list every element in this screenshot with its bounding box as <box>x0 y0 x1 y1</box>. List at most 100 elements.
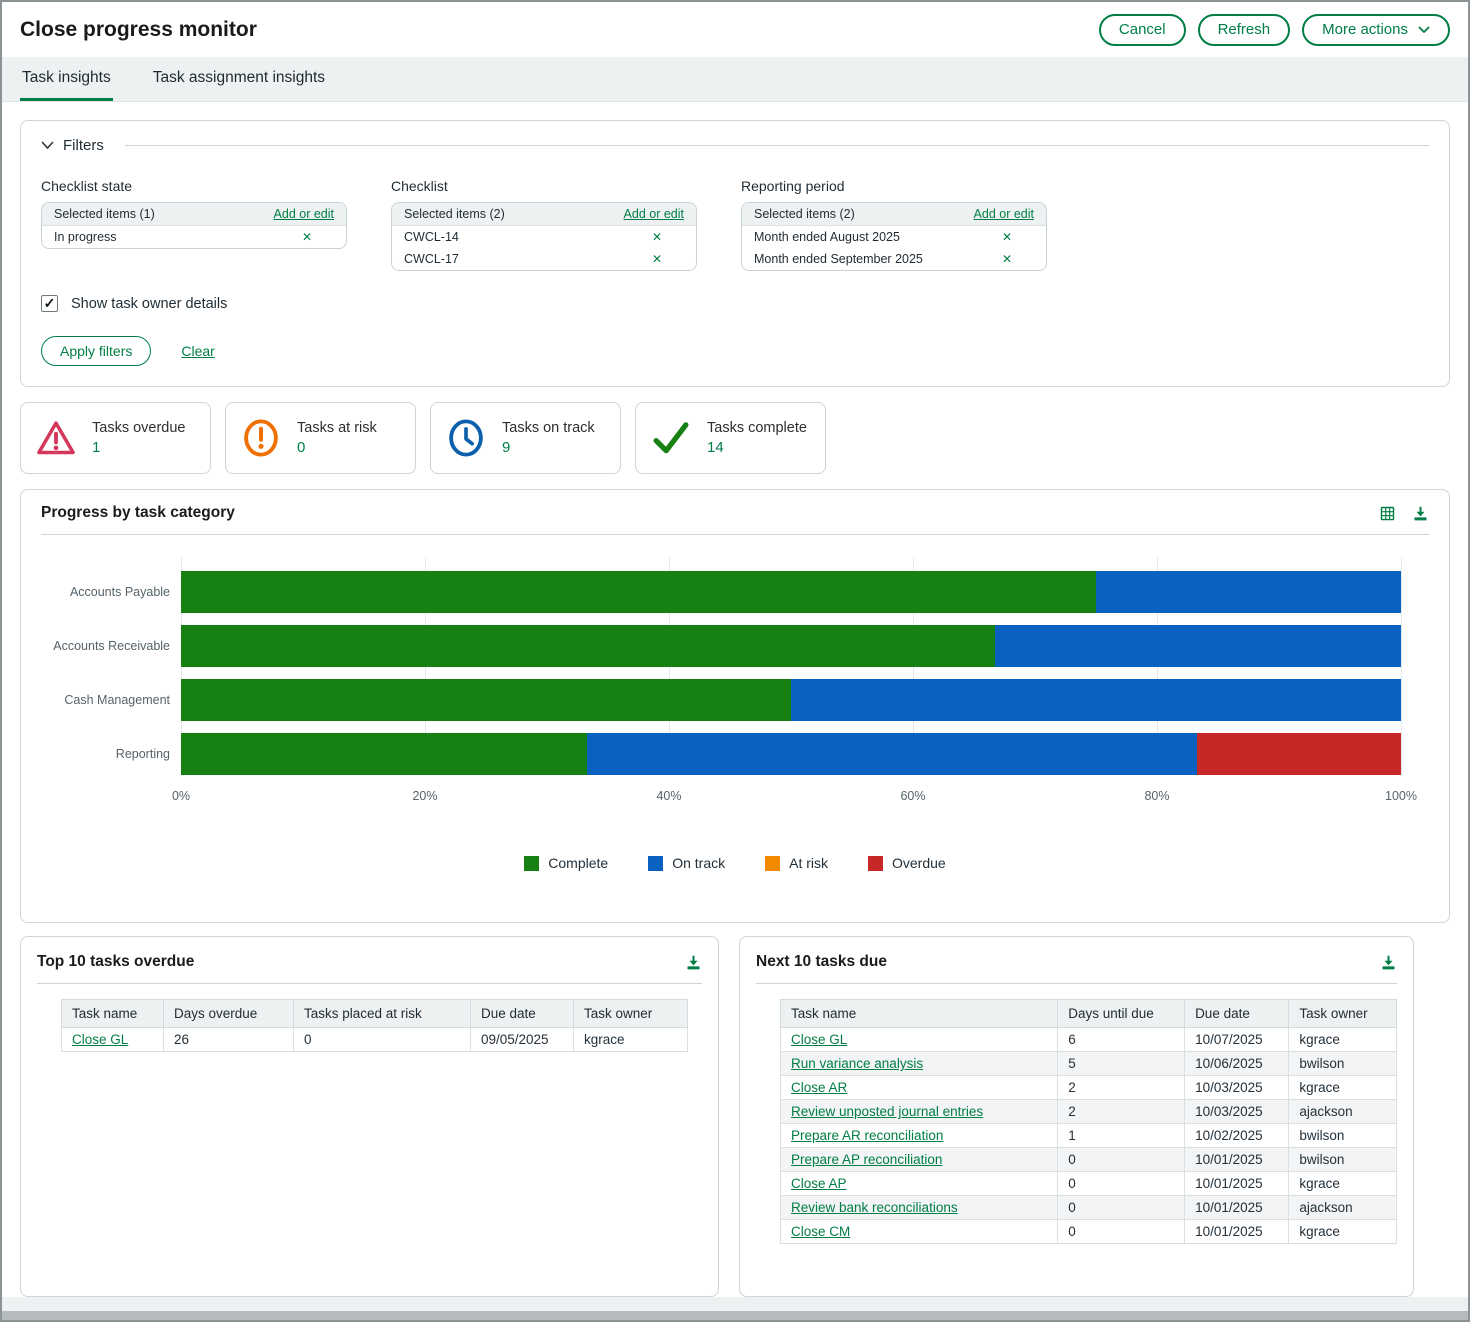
table-cell: ajackson <box>1289 1196 1397 1220</box>
table-cell: Close GL <box>781 1028 1058 1052</box>
table-cell: 10/03/2025 <box>1185 1100 1289 1124</box>
stat-value: 9 <box>502 439 595 456</box>
alert-circle-icon <box>240 417 282 459</box>
collapse-chevron-icon <box>41 141 54 150</box>
more-actions-button[interactable]: More actions <box>1302 14 1450 46</box>
table-row: Close GL26009/05/2025kgrace <box>62 1028 688 1052</box>
task-link[interactable]: Close AP <box>791 1176 847 1191</box>
filter-actions: Apply filters Clear <box>41 336 1429 366</box>
legend-label: Complete <box>548 855 608 871</box>
bottom-tables-row: Top 10 tasks overdue Task nameDays overd… <box>20 936 1450 1297</box>
bar-track <box>181 679 1401 721</box>
task-link[interactable]: Close CM <box>791 1224 850 1239</box>
table-cell: Prepare AR reconciliation <box>781 1124 1058 1148</box>
table-cell: 10/07/2025 <box>1185 1028 1289 1052</box>
filters-panel: Filters Checklist state Selected items (… <box>20 120 1450 387</box>
table-cell: bwilson <box>1289 1124 1397 1148</box>
task-link[interactable]: Run variance analysis <box>791 1056 923 1071</box>
filter-group-reporting-period: Reporting period Selected items (2) Add … <box>741 178 1047 271</box>
column-header: Days overdue <box>164 1000 294 1028</box>
table-cell: Close GL <box>62 1028 164 1052</box>
cancel-button[interactable]: Cancel <box>1099 14 1186 46</box>
table-row: Close GL 610/07/2025kgrace <box>781 1028 1397 1052</box>
table-cell: 09/05/2025 <box>471 1028 574 1052</box>
remove-filter-item-icon[interactable]: ✕ <box>652 252 662 266</box>
remove-filter-item-icon[interactable]: ✕ <box>1002 252 1012 266</box>
show-task-owner-label: Show task owner details <box>71 296 227 312</box>
table-cell: 6 <box>1058 1028 1185 1052</box>
stat-label: Tasks overdue <box>92 420 186 436</box>
task-link[interactable]: Close GL <box>72 1032 128 1047</box>
filter-group-label: Checklist <box>391 178 697 194</box>
table-header-row: Task nameDays overdueTasks placed at ris… <box>62 1000 688 1028</box>
task-link[interactable]: Prepare AR reconciliation <box>791 1128 943 1143</box>
overdue-panel-header: Top 10 tasks overdue <box>37 953 702 984</box>
download-icon[interactable] <box>1380 954 1397 971</box>
table-cell: kgrace <box>1289 1028 1397 1052</box>
table-cell: 10/06/2025 <box>1185 1052 1289 1076</box>
remove-filter-item-icon[interactable]: ✕ <box>652 230 662 244</box>
clear-filters-link[interactable]: Clear <box>181 343 214 359</box>
selected-items-box: Selected items (1) Add or edit In progre… <box>41 202 347 249</box>
apply-filters-label: Apply filters <box>60 343 132 359</box>
table-row: Run variance analysis510/06/2025bwilson <box>781 1052 1397 1076</box>
selected-items-count: Selected items (1) <box>54 207 155 221</box>
remove-filter-item-icon[interactable]: ✕ <box>1002 230 1012 244</box>
add-or-edit-link[interactable]: Add or edit <box>274 207 334 221</box>
add-or-edit-link[interactable]: Add or edit <box>974 207 1034 221</box>
task-link[interactable]: Review unposted journal entries <box>791 1104 983 1119</box>
filter-item: In progress ✕ <box>42 226 346 248</box>
task-link[interactable]: Close GL <box>791 1032 847 1047</box>
table-cell: 10/01/2025 <box>1185 1148 1289 1172</box>
download-icon[interactable] <box>1412 505 1429 522</box>
axis-tick-label: 100% <box>1385 789 1417 803</box>
filter-groups: Checklist state Selected items (1) Add o… <box>41 178 1429 271</box>
selected-items-box: Selected items (2) Add or edit Month end… <box>741 202 1047 271</box>
table-cell: 10/01/2025 <box>1185 1220 1289 1244</box>
clock-icon <box>445 417 487 459</box>
top-overdue-panel: Top 10 tasks overdue Task nameDays overd… <box>20 936 719 1297</box>
stat-value: 0 <box>297 439 377 456</box>
table-cell: Prepare AP reconciliation <box>781 1148 1058 1172</box>
selected-items-header: Selected items (1) Add or edit <box>42 203 346 226</box>
top-overdue-table: Task nameDays overdueTasks placed at ris… <box>61 999 688 1052</box>
refresh-button-label: Refresh <box>1218 21 1271 38</box>
tab-task-assignment-insights[interactable]: Task assignment insights <box>151 57 327 101</box>
column-header: Due date <box>1185 1000 1289 1028</box>
selected-items-box: Selected items (2) Add or edit CWCL-14 ✕… <box>391 202 697 271</box>
show-task-owner-checkbox[interactable]: ✓ <box>41 295 58 312</box>
legend-item: At risk <box>765 855 828 871</box>
table-view-icon[interactable] <box>1379 505 1396 522</box>
check-icon <box>650 417 692 459</box>
filter-group-label: Reporting period <box>741 178 1047 194</box>
filter-item-label: CWCL-14 <box>404 230 459 244</box>
legend-item: Overdue <box>868 855 946 871</box>
table-cell: 10/01/2025 <box>1185 1172 1289 1196</box>
summary-cards-row: Tasks overdue 1 Tasks at risk 0 Tasks on… <box>20 402 1450 474</box>
overdue-table-title: Top 10 tasks overdue <box>37 953 194 971</box>
legend-swatch <box>868 856 883 871</box>
table-cell: Close AR <box>781 1076 1058 1100</box>
selected-items-count: Selected items (2) <box>754 207 855 221</box>
add-or-edit-link[interactable]: Add or edit <box>624 207 684 221</box>
refresh-button[interactable]: Refresh <box>1198 14 1291 46</box>
remove-filter-item-icon[interactable]: ✕ <box>302 230 312 244</box>
tab-task-insights[interactable]: Task insights <box>20 57 113 101</box>
bar-segment-complete <box>181 625 995 667</box>
chart-plot: Accounts PayableAccounts ReceivableCash … <box>41 557 1429 775</box>
table-cell: kgrace <box>574 1028 688 1052</box>
download-icon[interactable] <box>685 954 702 971</box>
selected-items-header: Selected items (2) Add or edit <box>742 203 1046 226</box>
header-actions: Cancel Refresh More actions <box>1099 14 1450 46</box>
filters-header[interactable]: Filters <box>41 137 1429 154</box>
app-header: Close progress monitor Cancel Refresh Mo… <box>2 2 1468 57</box>
task-link[interactable]: Review bank reconciliations <box>791 1200 958 1215</box>
tab-label: Task assignment insights <box>153 69 325 87</box>
table-header-row: Task nameDays until dueDue dateTask owne… <box>781 1000 1397 1028</box>
task-link[interactable]: Prepare AP reconciliation <box>791 1152 942 1167</box>
apply-filters-button[interactable]: Apply filters <box>41 336 151 366</box>
filter-item-label: CWCL-17 <box>404 252 459 266</box>
legend-swatch <box>648 856 663 871</box>
task-link[interactable]: Close AR <box>791 1080 847 1095</box>
chart-x-axis: 0%20%40%60%80%100% <box>181 789 1401 807</box>
